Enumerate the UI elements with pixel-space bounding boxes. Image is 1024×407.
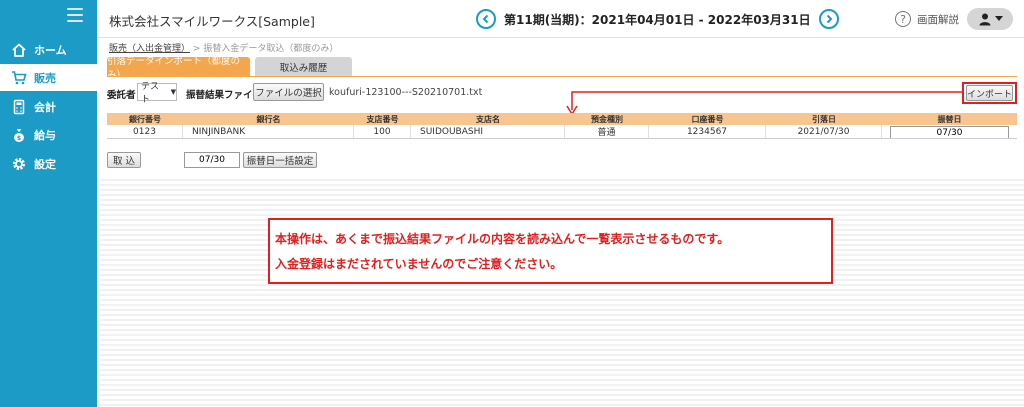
tab-history[interactable]: 取込み履歴 [255,57,352,76]
chevron-right-icon [826,14,833,24]
hamburger-menu-icon[interactable] [67,8,83,22]
prev-period-button[interactable] [476,9,496,29]
cart-icon [11,70,27,86]
result-file-label: 振替結果ファイル [186,90,263,101]
transfer-date-input[interactable] [890,125,1009,138]
client-label: 委託者 [107,90,136,101]
bank-name-cell: NINJINBANK [183,125,354,138]
company-name: 株式会社スマイルワークス[Sample] [109,14,315,29]
sidebar-item-label: 会計 [34,100,56,114]
client-select-value: テスト [141,82,160,105]
deposit-type-cell: 普通 [565,125,649,138]
header: 株式会社スマイルワークス[Sample] 第11期(当期)：2021年04月01… [97,0,1024,38]
sidebar-item-accounting[interactable]: 会計 [0,93,97,120]
choose-file-button[interactable]: ファイルの選択 [253,83,324,101]
sidebar-item-payroll[interactable]: $ 給与 [0,121,97,148]
tab-divider [107,76,1017,77]
tab-import[interactable]: 引落データインポート（都度のみ） [107,56,250,81]
import-data-button[interactable]: 取 込 [107,152,141,168]
transfer-table: 銀行番号 銀行名 支店番号 支店名 預金種別 口座番号 引落日 振替日 0123… [107,113,1017,139]
help-button[interactable]: ? 画面解説 [895,11,959,27]
calculator-icon [11,99,27,115]
column-header: 口座番号 [691,114,724,124]
column-header: 支店番号 [366,114,399,124]
sidebar: ホーム 販売 会計 $ 給与 設定 [0,0,97,407]
column-header: 銀行名 [256,114,281,124]
home-icon [11,42,27,58]
sidebar-item-label: 給与 [34,128,56,142]
sidebar-item-label: ホーム [34,43,67,57]
money-bag-icon: $ [11,127,27,143]
selected-file-name: koufuri-123100---S20210701.txt [329,87,483,98]
chevron-down-icon: ▼ [170,88,176,96]
column-header: 支店名 [476,114,500,124]
gear-icon [11,156,27,172]
sidebar-item-sales[interactable]: 販売 [0,64,97,91]
column-header: 引落日 [812,114,836,124]
bank-number-cell: 0123 [107,125,183,138]
client-select[interactable]: テスト ▼ [137,82,177,105]
question-icon: ? [895,11,911,27]
user-icon [979,13,990,26]
notice-box: 本操作は、あくまで振込結果ファイルの内容を読み込んで一覧表示させるものです。 入… [268,218,833,284]
branch-name-cell: SUIDOUBASHI [411,125,565,138]
content-background [97,176,1024,407]
branch-number-cell: 100 [354,125,411,138]
next-period-button[interactable] [818,9,839,29]
sidebar-item-settings[interactable]: 設定 [0,150,97,177]
batch-transfer-date-button[interactable]: 振替日一括設定 [243,152,317,168]
table-row: 0123 NINJINBANK 100 SUIDOUBASHI 普通 12345… [107,125,1017,139]
sidebar-item-home[interactable]: ホーム [0,36,97,63]
column-header: 銀行番号 [129,114,161,124]
sidebar-item-label: 販売 [34,71,56,85]
fiscal-period: 第11期(当期)：2021年04月01日 - 2022年03月31日 [504,12,811,27]
help-label: 画面解説 [917,13,959,26]
chevron-left-icon [482,14,489,24]
caret-down-icon [994,16,1003,21]
notice-line-1: 本操作は、あくまで振込結果ファイルの内容を読み込んで一覧表示させるものです。 [275,232,730,246]
sidebar-item-label: 設定 [34,157,56,171]
svg-text:$: $ [17,135,21,142]
import-button[interactable]: インポート [966,85,1013,101]
period-selector: 第11期(当期)：2021年04月01日 - 2022年03月31日 [476,8,839,30]
transfer-date-cell [882,125,1017,138]
notice-line-2: 入金登録はまだされていませんのでご注意ください。 [275,257,563,271]
table-header-row: 銀行番号 銀行名 支店番号 支店名 預金種別 口座番号 引落日 振替日 [107,113,1017,125]
batch-date-input[interactable] [184,152,240,168]
account-number-cell: 1234567 [649,125,766,138]
column-header: 振替日 [937,114,962,124]
column-header: 預金種別 [591,114,623,124]
debit-date-cell: 2021/07/30 [766,125,882,138]
user-menu-button[interactable] [967,8,1013,30]
